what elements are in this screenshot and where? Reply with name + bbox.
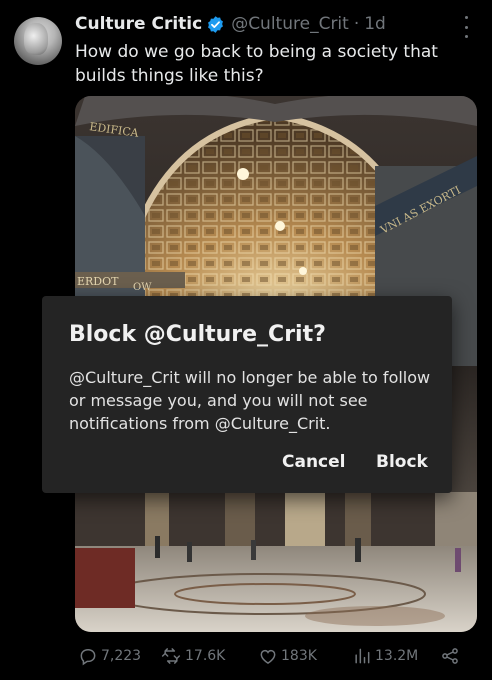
tweet-header: Culture Critic @Culture_Crit · 1d — [75, 13, 386, 35]
author-handle[interactable]: @Culture_Crit — [231, 13, 349, 35]
reply-icon — [80, 648, 96, 666]
reply-button[interactable]: 7,223 — [78, 646, 141, 666]
tweet-actions-bar: 7,223 17.6K 183K 13.2M — [0, 646, 492, 672]
author-avatar[interactable] — [14, 17, 62, 65]
cancel-button[interactable]: Cancel — [282, 452, 345, 472]
more-options-icon[interactable] — [458, 16, 474, 38]
tweet-text: How do we go back to being a society tha… — [75, 42, 438, 86]
repost-button[interactable]: 17.6K — [160, 646, 225, 666]
reply-count: 7,223 — [101, 648, 142, 664]
like-button[interactable]: 183K — [258, 646, 317, 666]
dialog-message: @Culture_Crit will no longer be able to … — [69, 368, 431, 433]
dialog-title: Block @Culture_Crit? — [69, 322, 326, 347]
block-button[interactable]: Block — [376, 452, 428, 472]
block-confirm-dialog: Block @Culture_Crit? @Culture_Crit will … — [42, 296, 452, 493]
share-button[interactable] — [440, 646, 460, 666]
views-count: 13.2M — [375, 648, 419, 664]
like-count: 183K — [281, 648, 317, 664]
inscription-left: ERDOT — [77, 275, 119, 288]
views-button[interactable]: 13.2M — [352, 646, 418, 666]
repost-count: 17.6K — [185, 648, 226, 664]
author-name[interactable]: Culture Critic — [75, 13, 202, 35]
header-separator: · — [353, 14, 360, 34]
tweet-timestamp[interactable]: 1d — [364, 13, 386, 35]
share-icon — [442, 648, 458, 664]
analytics-icon — [355, 648, 370, 664]
verified-badge-icon — [206, 15, 225, 34]
repost-icon — [161, 648, 181, 664]
heart-icon — [260, 649, 276, 664]
inscription-left-2: OW — [133, 282, 152, 293]
